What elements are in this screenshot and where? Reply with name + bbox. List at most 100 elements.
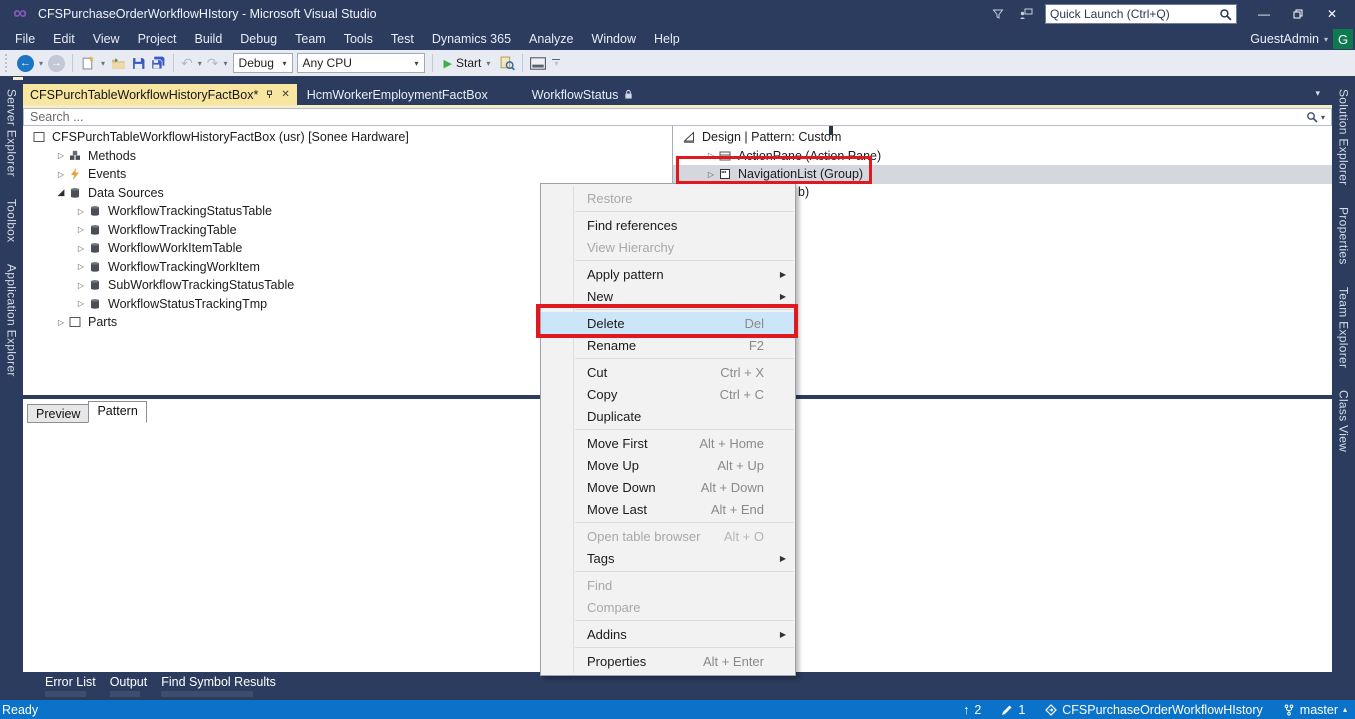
navigate-back-button[interactable]: ← <box>17 54 34 72</box>
close-tab-icon[interactable]: ✕ <box>281 89 289 100</box>
restore-button[interactable] <box>1281 2 1315 26</box>
menu-team[interactable]: Team <box>286 30 335 48</box>
chevron-right-icon[interactable]: ▷ <box>73 281 89 290</box>
menu-file[interactable]: File <box>6 30 44 48</box>
sidebar-item-class-view[interactable]: Class View <box>1337 382 1351 460</box>
splitter-handle[interactable] <box>829 126 833 135</box>
menu-item-cut[interactable]: Cut Ctrl + X <box>541 361 795 383</box>
search-options-caret-icon[interactable]: ▾ <box>1321 113 1325 122</box>
menu-item-move-down[interactable]: Move Down Alt + Down <box>541 476 795 498</box>
menu-tools[interactable]: Tools <box>335 30 382 48</box>
tab-preview[interactable]: Preview <box>27 404 90 423</box>
menu-window[interactable]: Window <box>583 30 645 48</box>
menu-item-move-first[interactable]: Move First Alt + Home <box>541 432 795 454</box>
unsaved-edits-indicator[interactable]: 1 <box>1001 703 1025 717</box>
menu-item-move-last[interactable]: Move Last Alt + End <box>541 498 795 520</box>
designer-search-input[interactable] <box>30 110 1306 124</box>
tab-cfspurchtableworkflowhistoryfactbox[interactable]: CFSPurchTableWorkflowHistoryFactBox* ✕ <box>23 84 297 105</box>
document-list-dropdown-icon[interactable]: ▾ <box>1315 88 1320 99</box>
tree-item-methods[interactable]: ▷ Methods <box>23 147 672 166</box>
menu-item-addins[interactable]: Addins ▶ <box>541 623 795 645</box>
pin-icon[interactable] <box>265 90 274 99</box>
menu-build[interactable]: Build <box>185 30 231 48</box>
chevron-right-icon[interactable]: ▷ <box>73 299 89 308</box>
tab-hcmworkeremploymentfactbox[interactable]: HcmWorkerEmploymentFactBox <box>297 84 498 105</box>
tab-workflowstatus[interactable]: WorkflowStatus <box>522 84 644 105</box>
sidebar-item-team-explorer[interactable]: Team Explorer <box>1337 279 1351 376</box>
solution-platform-dropdown[interactable]: Any CPU ▾ <box>296 53 425 73</box>
new-item-caret-icon[interactable]: ▾ <box>101 59 105 68</box>
tab-error-list[interactable]: Error List <box>45 675 96 697</box>
menu-item-rename[interactable]: Rename F2 <box>541 334 795 356</box>
menu-item-new[interactable]: New ▶ <box>541 285 795 307</box>
branch-indicator[interactable]: master ▴ <box>1283 703 1347 717</box>
chevron-right-icon[interactable]: ▷ <box>73 244 89 253</box>
sidebar-item-application-explorer[interactable]: Application Explorer <box>5 256 19 385</box>
start-caret-icon[interactable]: ▾ <box>486 59 490 68</box>
sidebar-item-properties[interactable]: Properties <box>1337 199 1351 273</box>
menu-analyze[interactable]: Analyze <box>520 30 582 48</box>
save-button[interactable] <box>130 55 146 71</box>
menu-item-properties[interactable]: Properties Alt + Enter <box>541 650 795 672</box>
new-item-button[interactable] <box>80 55 96 71</box>
chevron-right-icon[interactable]: ▷ <box>73 262 89 271</box>
minimize-button[interactable]: — <box>1247 2 1281 26</box>
chevron-right-icon[interactable]: ▷ <box>73 207 89 216</box>
incoming-commits-indicator[interactable]: ↑ 2 <box>963 703 981 717</box>
menu-item-apply-pattern[interactable]: Apply pattern ▶ <box>541 263 795 285</box>
menu-item-delete[interactable]: Delete Del <box>541 312 795 334</box>
design-item-actionpane[interactable]: ▷ ActionPane (Action Pane) <box>673 147 1332 166</box>
solution-configuration-dropdown[interactable]: Debug ▾ <box>232 53 293 73</box>
menu-item-tags[interactable]: Tags ▶ <box>541 547 795 569</box>
toolbar-overflow-button[interactable]: ▾ <box>550 59 562 68</box>
right-tool-rail: Solution Explorer Properties Team Explor… <box>1332 77 1355 700</box>
menu-item-copy[interactable]: Copy Ctrl + C <box>541 383 795 405</box>
tree-item-form-root[interactable]: CFSPurchTableWorkflowHistoryFactBox (usr… <box>23 128 672 147</box>
document-tab-strip: CFSPurchTableWorkflowHistoryFactBox* ✕ H… <box>23 77 1332 105</box>
send-feedback-icon[interactable] <box>1017 7 1035 21</box>
menu-help[interactable]: Help <box>645 30 689 48</box>
toolbar-grip[interactable] <box>5 54 10 72</box>
menu-debug[interactable]: Debug <box>231 30 286 48</box>
repository-indicator[interactable]: CFSPurchaseOrderWorkflowHIstory <box>1045 703 1263 717</box>
feedback-window-button[interactable] <box>530 55 547 71</box>
chevron-expanded-icon[interactable]: ◢ <box>53 187 69 198</box>
tab-find-symbol-results[interactable]: Find Symbol Results <box>161 675 276 697</box>
find-in-files-button[interactable] <box>499 55 515 71</box>
navigate-back-caret-icon[interactable]: ▾ <box>39 59 43 68</box>
sidebar-item-toolbox[interactable]: Toolbox <box>5 191 19 250</box>
sidebar-item-solution-explorer[interactable]: Solution Explorer <box>1337 81 1351 193</box>
quick-launch-input[interactable] <box>1050 7 1219 21</box>
tab-output[interactable]: Output <box>109 675 147 697</box>
user-avatar[interactable]: G <box>1333 29 1353 49</box>
design-item-root[interactable]: Design | Pattern: Custom <box>673 128 1332 147</box>
menu-test[interactable]: Test <box>382 30 423 48</box>
menu-item-move-up[interactable]: Move Up Alt + Up <box>541 454 795 476</box>
menu-dynamics365[interactable]: Dynamics 365 <box>423 30 520 48</box>
close-button[interactable]: ✕ <box>1315 2 1349 26</box>
menu-item-duplicate[interactable]: Duplicate <box>541 405 795 427</box>
quick-launch-box[interactable] <box>1045 4 1237 24</box>
menu-item-find-references[interactable]: Find references <box>541 214 795 236</box>
signed-in-user[interactable]: GuestAdmin <box>1250 32 1319 46</box>
sidebar-item-server-explorer[interactable]: Server Explorer <box>5 81 19 185</box>
chevron-right-icon[interactable]: ▷ <box>73 225 89 234</box>
chevron-right-icon[interactable]: ▷ <box>703 151 719 160</box>
chevron-right-icon[interactable]: ▷ <box>703 170 719 179</box>
design-item-navigationlist[interactable]: ▷ NavigationList (Group) <box>673 165 1332 184</box>
menu-project[interactable]: Project <box>129 30 186 48</box>
start-debug-button[interactable]: ▶ Start ▾ <box>440 56 496 70</box>
chevron-right-icon[interactable]: ▷ <box>53 318 69 327</box>
add-existing-item-icon[interactable] <box>110 55 126 71</box>
save-all-button[interactable] <box>150 55 166 71</box>
user-dropdown-caret-icon[interactable]: ▾ <box>1324 35 1328 44</box>
chevron-right-icon[interactable]: ▷ <box>53 151 69 160</box>
tab-pattern[interactable]: Pattern <box>88 401 147 423</box>
tree-item-events[interactable]: ▷ Events <box>23 165 672 184</box>
search-icon[interactable] <box>1306 111 1318 123</box>
chevron-right-icon[interactable]: ▷ <box>53 170 69 179</box>
feedback-filter-icon[interactable] <box>989 7 1007 21</box>
menu-edit[interactable]: Edit <box>44 30 84 48</box>
menu-view[interactable]: View <box>84 30 129 48</box>
designer-search-bar[interactable]: ▾ <box>23 108 1332 126</box>
